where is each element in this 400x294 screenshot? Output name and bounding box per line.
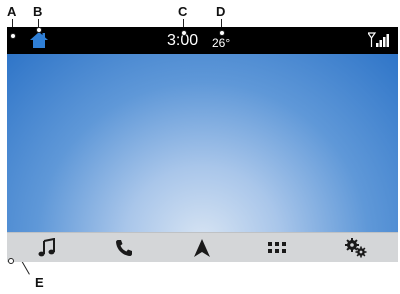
settings-button[interactable] (336, 233, 376, 262)
callout-dot-a (10, 33, 16, 39)
phone-button[interactable] (104, 233, 144, 262)
callout-dot-d (219, 30, 225, 36)
home-screen-background (7, 54, 398, 232)
outside-temperature: 26° (212, 36, 231, 50)
touchscreen: 3:00 26° (7, 27, 398, 262)
callout-dot-e (8, 258, 14, 264)
home-icon[interactable] (29, 30, 49, 50)
status-bar: 3:00 26° (7, 27, 398, 54)
callout-dot-b (36, 27, 42, 33)
callout-label-d: D (216, 4, 226, 19)
audio-button[interactable] (27, 233, 67, 262)
phone-icon (116, 239, 132, 256)
callout-label-b: B (33, 4, 43, 19)
apps-button[interactable] (257, 233, 297, 262)
music-note-icon (38, 237, 55, 256)
callout-label-c: C (178, 4, 188, 19)
callout-dot-c (181, 30, 187, 36)
navigation-button[interactable] (182, 233, 222, 262)
bottom-feature-bar (7, 232, 398, 262)
apps-grid-icon (268, 241, 286, 253)
settings-gears-icon (345, 237, 367, 257)
callout-label-e: E (35, 275, 44, 290)
navigation-arrow-icon (194, 238, 210, 257)
signal-strength-icon (368, 32, 389, 47)
callout-label-a: A (7, 4, 17, 19)
